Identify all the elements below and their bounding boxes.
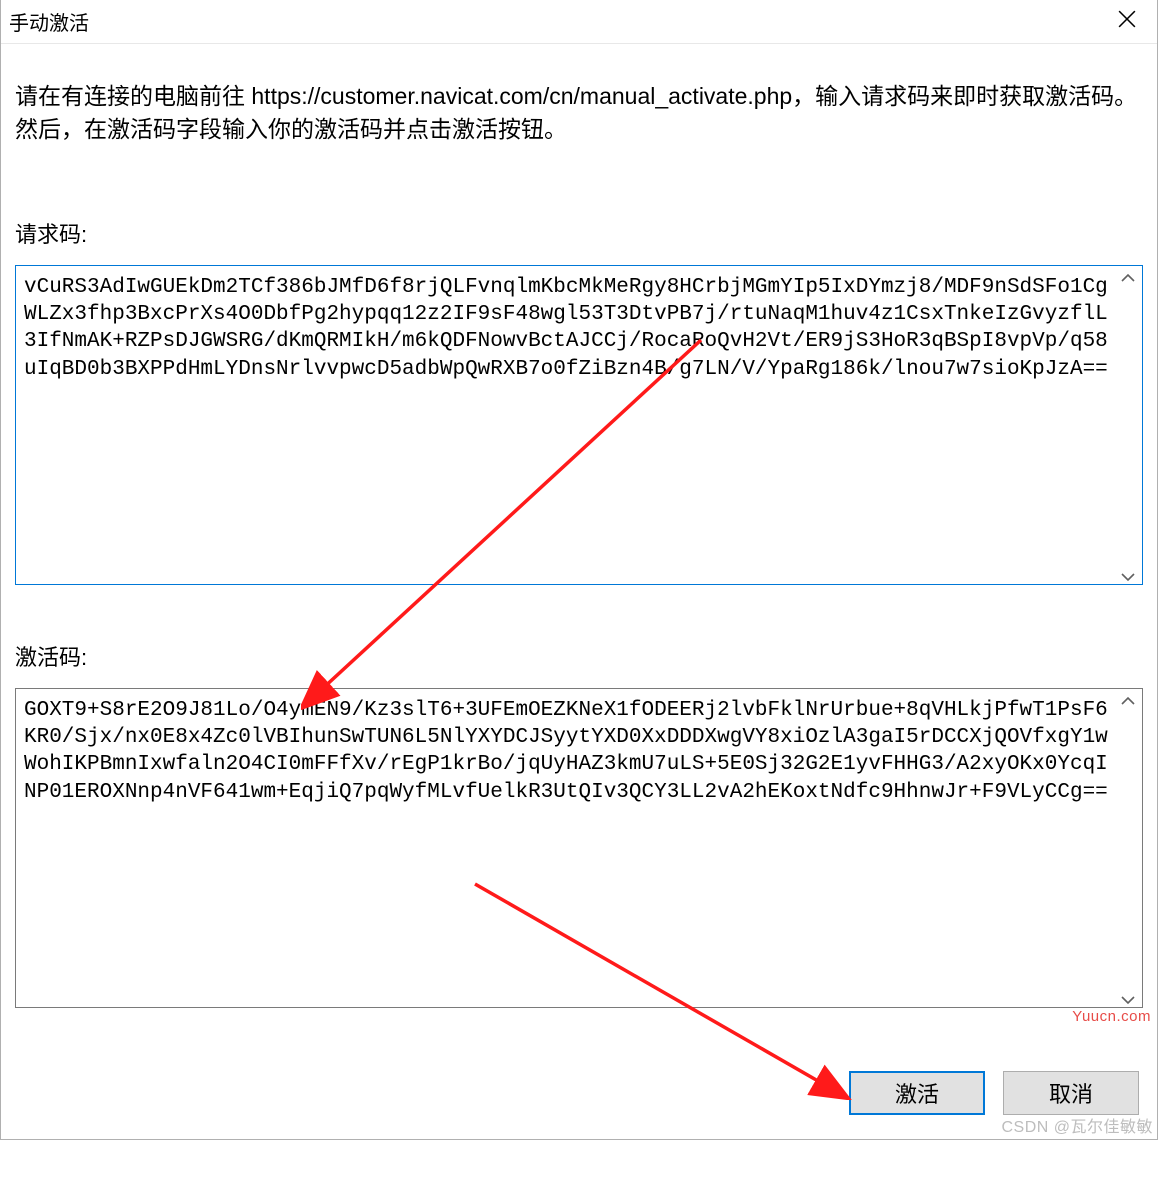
instructions-text: 请在有连接的电脑前往 https://customer.navicat.com/… <box>15 80 1143 147</box>
close-button[interactable] <box>1097 0 1157 44</box>
scroll-up-icon[interactable] <box>1119 271 1137 285</box>
activate-button[interactable]: 激活 <box>849 1071 985 1115</box>
window-title: 手动激活 <box>9 7 89 36</box>
request-code-wrap <box>15 265 1143 590</box>
scroll-down-icon[interactable] <box>1119 993 1137 1007</box>
activate-code-wrap <box>15 688 1143 1013</box>
activate-code-input[interactable] <box>15 688 1143 1008</box>
dialog-window: 手动激活 请在有连接的电脑前往 https://customer.navicat… <box>0 0 1158 1140</box>
request-code-label: 请求码: <box>15 217 1143 249</box>
dialog-content: 请在有连接的电脑前往 https://customer.navicat.com/… <box>1 44 1157 1139</box>
scroll-up-icon[interactable] <box>1119 694 1137 708</box>
close-icon <box>1118 10 1136 33</box>
cancel-button[interactable]: 取消 <box>1003 1071 1139 1115</box>
button-row: 激活 取消 <box>15 1057 1143 1121</box>
request-code-input[interactable] <box>15 265 1143 585</box>
scroll-down-icon[interactable] <box>1119 570 1137 584</box>
activate-code-label: 激活码: <box>15 640 1143 672</box>
titlebar: 手动激活 <box>1 0 1157 44</box>
